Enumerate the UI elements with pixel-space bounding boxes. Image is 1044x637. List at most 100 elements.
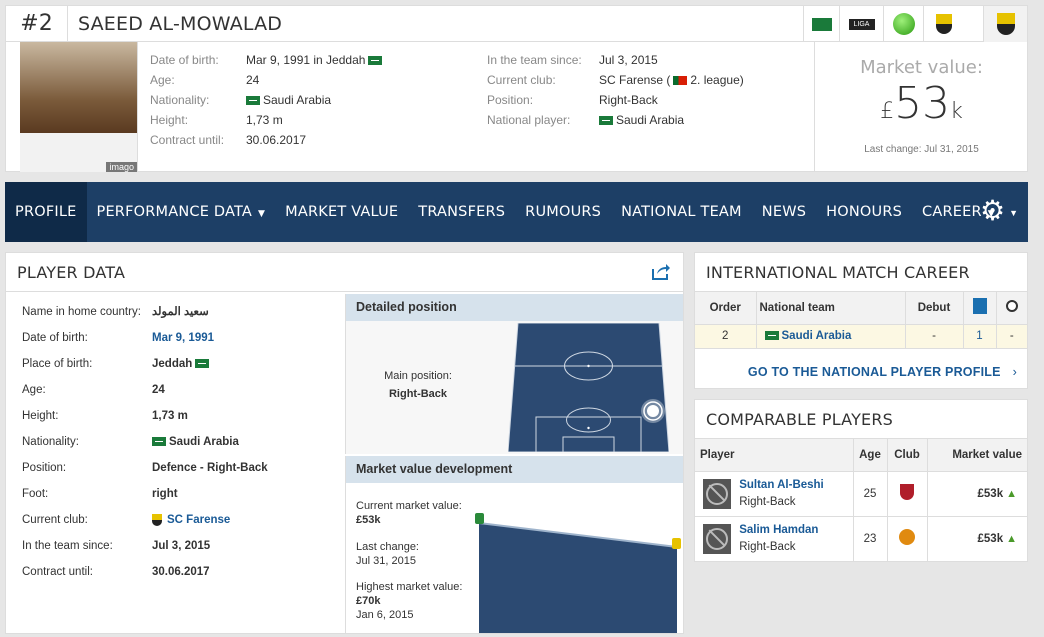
- comparable-table: Player Age Club Market value Sultan Al-B…: [695, 439, 1027, 562]
- col-market-value: Market value: [927, 439, 1027, 472]
- market-value-development: Market value development Current market …: [345, 456, 683, 633]
- appearances-link[interactable]: 1: [963, 324, 997, 349]
- saudi-flag-icon: [152, 437, 166, 447]
- pd-position: Position: Defence - Right-Back: [22, 462, 268, 474]
- table-row: 2 Saudi Arabia - 1 -: [695, 324, 1027, 349]
- header-team-since: In the team since: Jul 3, 2015: [487, 53, 658, 67]
- table-row: Salim Hamdan Right-Back 23 £53k ▲: [695, 516, 1027, 562]
- nav-rumours[interactable]: RUMOURS: [515, 182, 611, 242]
- header-age: Age: 24: [150, 73, 260, 87]
- pd-birthplace: Place of birth: Jeddah: [11, 351, 341, 377]
- col-order: Order: [695, 292, 757, 325]
- goals-icon: [996, 292, 1027, 325]
- national-team-link[interactable]: Saudi Arabia: [782, 330, 852, 342]
- club-crest-icon[interactable]: [900, 484, 914, 500]
- header-nationality: Nationality: Saudi Arabia: [150, 93, 332, 107]
- nav-performance-data[interactable]: PERFORMANCE DATA ▼: [87, 182, 276, 242]
- saudi-flag-icon: [599, 116, 613, 126]
- detailed-position-title: Detailed position: [346, 294, 683, 321]
- header-contract: Contract until: 30.06.2017: [150, 133, 307, 147]
- international-career-title: INTERNATIONAL MATCH CAREER: [695, 253, 1027, 292]
- dob-link[interactable]: Mar 9, 1991: [152, 332, 214, 344]
- saudi-flag-icon: [246, 96, 260, 106]
- header-national-player: National player: Saudi Arabia: [487, 113, 685, 127]
- portugal-flag-icon: [673, 76, 688, 86]
- chevron-down-icon: ▼: [258, 209, 266, 219]
- market-value-last-change: Last change: Jul 31, 2015: [864, 144, 979, 155]
- main-nav: PROFILE PERFORMANCE DATA ▼ MARKET VALUE T…: [5, 182, 1028, 242]
- pd-current-club: Current club: SC Farense: [22, 513, 231, 526]
- nav-national-team[interactable]: NATIONAL TEAM: [611, 182, 752, 242]
- saudi-flag-icon: [195, 359, 210, 369]
- league-link[interactable]: 2. league: [690, 73, 739, 87]
- nav-news[interactable]: NEWS: [752, 182, 816, 242]
- pd-contract: Contract until: 30.06.2017: [22, 566, 210, 578]
- player-data-list: Name in home country: سعيد المولد Date of…: [11, 299, 341, 585]
- market-value-box[interactable]: Market value: £53k Last change: Jul 31, …: [814, 42, 1028, 172]
- position-marker: [641, 399, 665, 423]
- player-photo: imago: [20, 42, 138, 172]
- col-debut: Debut: [905, 292, 964, 325]
- pd-home-name: Name in home country: سعيد المولد: [22, 306, 209, 318]
- pd-nationality: Nationality: Saudi Arabia: [22, 436, 239, 448]
- col-player: Player: [695, 439, 854, 472]
- col-age: Age: [853, 439, 888, 472]
- nav-profile[interactable]: PROFILE: [5, 182, 87, 242]
- club-crest-active-icon[interactable]: [983, 6, 1027, 42]
- player-header: #2 SAEED AL-MOWALAD LIGA imago Date of b…: [5, 5, 1028, 172]
- market-value-chart: [475, 513, 681, 633]
- current-club-link[interactable]: SC Farense: [167, 514, 230, 526]
- mv-highest: Highest market value: £70k Jan 6, 2015: [356, 581, 463, 621]
- international-table: Order National team Debut 2 Saudi Arabia…: [695, 292, 1027, 349]
- liga-logo-icon[interactable]: LIGA: [839, 6, 883, 42]
- avatar: [703, 523, 731, 554]
- arrow-up-icon: ▲: [1006, 487, 1017, 500]
- header-position: Position: Right-Back: [487, 93, 658, 107]
- international-career-panel: INTERNATIONAL MATCH CAREER Order Nationa…: [694, 252, 1028, 389]
- arrow-up-icon: ▲: [1006, 532, 1017, 545]
- club-crest-icon: [152, 513, 162, 526]
- main-position-label: Main position:: [384, 370, 452, 382]
- header-current-club: Current club: SC Farense (2. league): [487, 73, 744, 87]
- header-height: Height: 1,73 m: [150, 113, 283, 127]
- comparable-players-title: COMPARABLE PLAYERS: [695, 400, 1027, 439]
- player-name: SAEED AL-MOWALAD: [78, 13, 283, 35]
- club-crest-icon[interactable]: [899, 529, 915, 545]
- gear-icon[interactable]: ⚙ ▼: [980, 196, 1018, 228]
- header-info-right: In the team since: Jul 3, 2015 Current cl…: [487, 50, 744, 130]
- col-club: Club: [887, 439, 928, 472]
- club-crest-icon[interactable]: [923, 6, 963, 42]
- saudi-flag-icon: [764, 331, 779, 341]
- header-bar: #2 SAEED AL-MOWALAD LIGA: [6, 6, 1027, 42]
- player-link[interactable]: Sultan Al-Beshi: [739, 477, 824, 494]
- player-data-title: PLAYER DATA: [6, 253, 683, 292]
- club-crest-icon: [672, 538, 681, 549]
- current-club-link[interactable]: SC Farense: [599, 73, 663, 87]
- green-status-icon[interactable]: [883, 6, 923, 42]
- header-info-left: Date of birth: Mar 9, 1991 in Jeddah Age:…: [150, 50, 385, 150]
- pd-team-since: In the team since: Jul 3, 2015: [22, 540, 211, 552]
- appearances-icon: [963, 292, 997, 325]
- club-crest-icon: [475, 513, 484, 524]
- saudi-flag-icon[interactable]: [803, 6, 839, 42]
- player-link[interactable]: Salim Hamdan: [739, 522, 818, 539]
- mv-last-change: Last change: Jul 31, 2015: [356, 541, 419, 567]
- pd-dob: Date of birth: Mar 9, 1991: [22, 332, 215, 344]
- nav-transfers[interactable]: TRANSFERS: [408, 182, 515, 242]
- header-dob: Date of birth: Mar 9, 1991 in Jeddah: [150, 50, 385, 70]
- pd-foot: Foot: right: [22, 488, 178, 500]
- photo-credit: imago: [106, 162, 137, 172]
- saudi-flag-icon: [368, 56, 383, 66]
- market-value-amount: £53k: [880, 78, 963, 129]
- share-icon[interactable]: [651, 263, 671, 281]
- pd-height: Height: 1,73 m: [22, 410, 188, 422]
- shirt-number: #2: [6, 6, 68, 42]
- table-row: Sultan Al-Beshi Right-Back 25 £53k ▲: [695, 471, 1027, 517]
- nav-honours[interactable]: HONOURS: [816, 182, 912, 242]
- comparable-players-panel: COMPARABLE PLAYERS Player Age Club Marke…: [694, 399, 1028, 562]
- national-profile-link[interactable]: GO TO THE NATIONAL PLAYER PROFILE ›: [695, 356, 1027, 388]
- nav-market-value[interactable]: MARKET VALUE: [275, 182, 408, 242]
- main-position-value: Right-Back: [388, 388, 448, 400]
- detailed-position: Detailed position Main position: Right-B…: [345, 294, 683, 454]
- national-team-link[interactable]: Saudi Arabia: [616, 113, 684, 127]
